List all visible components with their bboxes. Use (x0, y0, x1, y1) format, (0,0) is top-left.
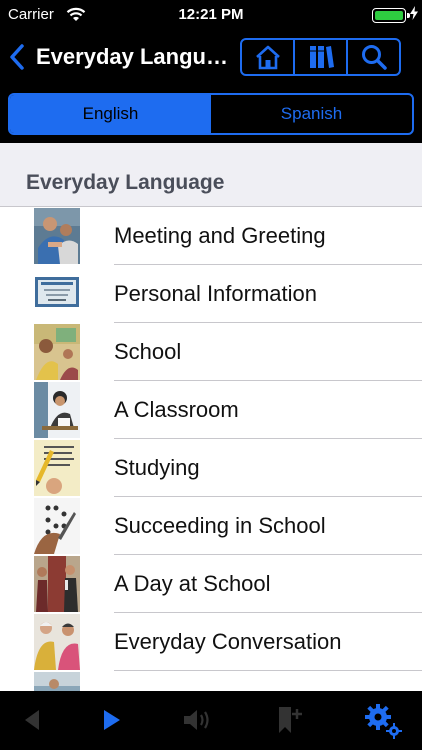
list-item-label: School (114, 339, 182, 364)
list-item[interactable]: Personal Information (0, 265, 422, 323)
home-icon (255, 45, 280, 70)
list-item[interactable] (0, 671, 422, 691)
list-item-label: Personal Information (114, 281, 317, 306)
classroom-thumbnail (34, 382, 80, 438)
navigation-bar: Everyday Language (0, 30, 422, 86)
search-button[interactable] (348, 40, 399, 74)
personal-info-thumbnail (34, 266, 80, 322)
topic-list: Everyday Language Meeting and Greeting P… (0, 143, 422, 691)
charging-icon (410, 6, 418, 20)
status-bar: Carrier 12:21 PM (0, 0, 422, 30)
tab-english[interactable]: English (10, 95, 211, 133)
battery-icon (372, 8, 410, 23)
play-icon (104, 710, 120, 730)
previous-button[interactable] (14, 705, 50, 735)
list-item[interactable]: A Day at School (0, 555, 422, 613)
search-icon (361, 45, 387, 70)
status-time: 12:21 PM (178, 6, 244, 23)
back-button[interactable] (8, 40, 26, 74)
list-item[interactable]: Studying (0, 439, 422, 497)
list-item-label: Everyday Conversation (114, 629, 342, 654)
play-button[interactable] (94, 705, 130, 735)
library-button[interactable] (295, 40, 348, 74)
list-item-label: Meeting and Greeting (114, 223, 326, 248)
bottom-toolbar (0, 691, 422, 750)
nav-button-group (240, 38, 401, 76)
school-thumbnail (34, 324, 80, 380)
list-item[interactable]: Everyday Conversation (0, 613, 422, 671)
list-item[interactable]: School (0, 323, 422, 381)
section-title: Everyday Language (26, 171, 225, 194)
list-item-label: Studying (114, 455, 200, 480)
list-item-label: Succeeding in School (114, 513, 326, 538)
list-item-label: A Day at School (114, 571, 271, 596)
speaker-icon (184, 710, 209, 730)
battery-level (375, 11, 403, 20)
list-item-label: A Classroom (114, 397, 239, 422)
list-item[interactable]: A Classroom (0, 381, 422, 439)
previous-icon (25, 710, 39, 730)
add-bookmark-button[interactable] (272, 705, 308, 735)
studying-thumbnail (34, 440, 80, 496)
tab-spanish[interactable]: Spanish (211, 95, 412, 133)
nav-title: Everyday Language (36, 44, 236, 69)
next-topic-thumbnail (34, 672, 80, 691)
settings-button[interactable] (362, 701, 404, 741)
meeting-thumbnail (34, 208, 80, 264)
books-icon (309, 46, 334, 68)
list-item[interactable]: Succeeding in School (0, 497, 422, 555)
list-item[interactable]: Meeting and Greeting (0, 207, 422, 265)
home-button[interactable] (242, 40, 295, 74)
succeeding-thumbnail (34, 498, 80, 554)
section-header: Everyday Language (0, 143, 422, 207)
language-segmented-control: English Spanish (8, 93, 414, 135)
audio-button[interactable] (180, 705, 216, 735)
conversation-thumbnail (34, 614, 80, 670)
settings-icon (365, 704, 402, 739)
chevron-left-icon (10, 44, 24, 70)
day-at-school-thumbnail (34, 556, 80, 612)
add-bookmark-icon (279, 707, 302, 733)
